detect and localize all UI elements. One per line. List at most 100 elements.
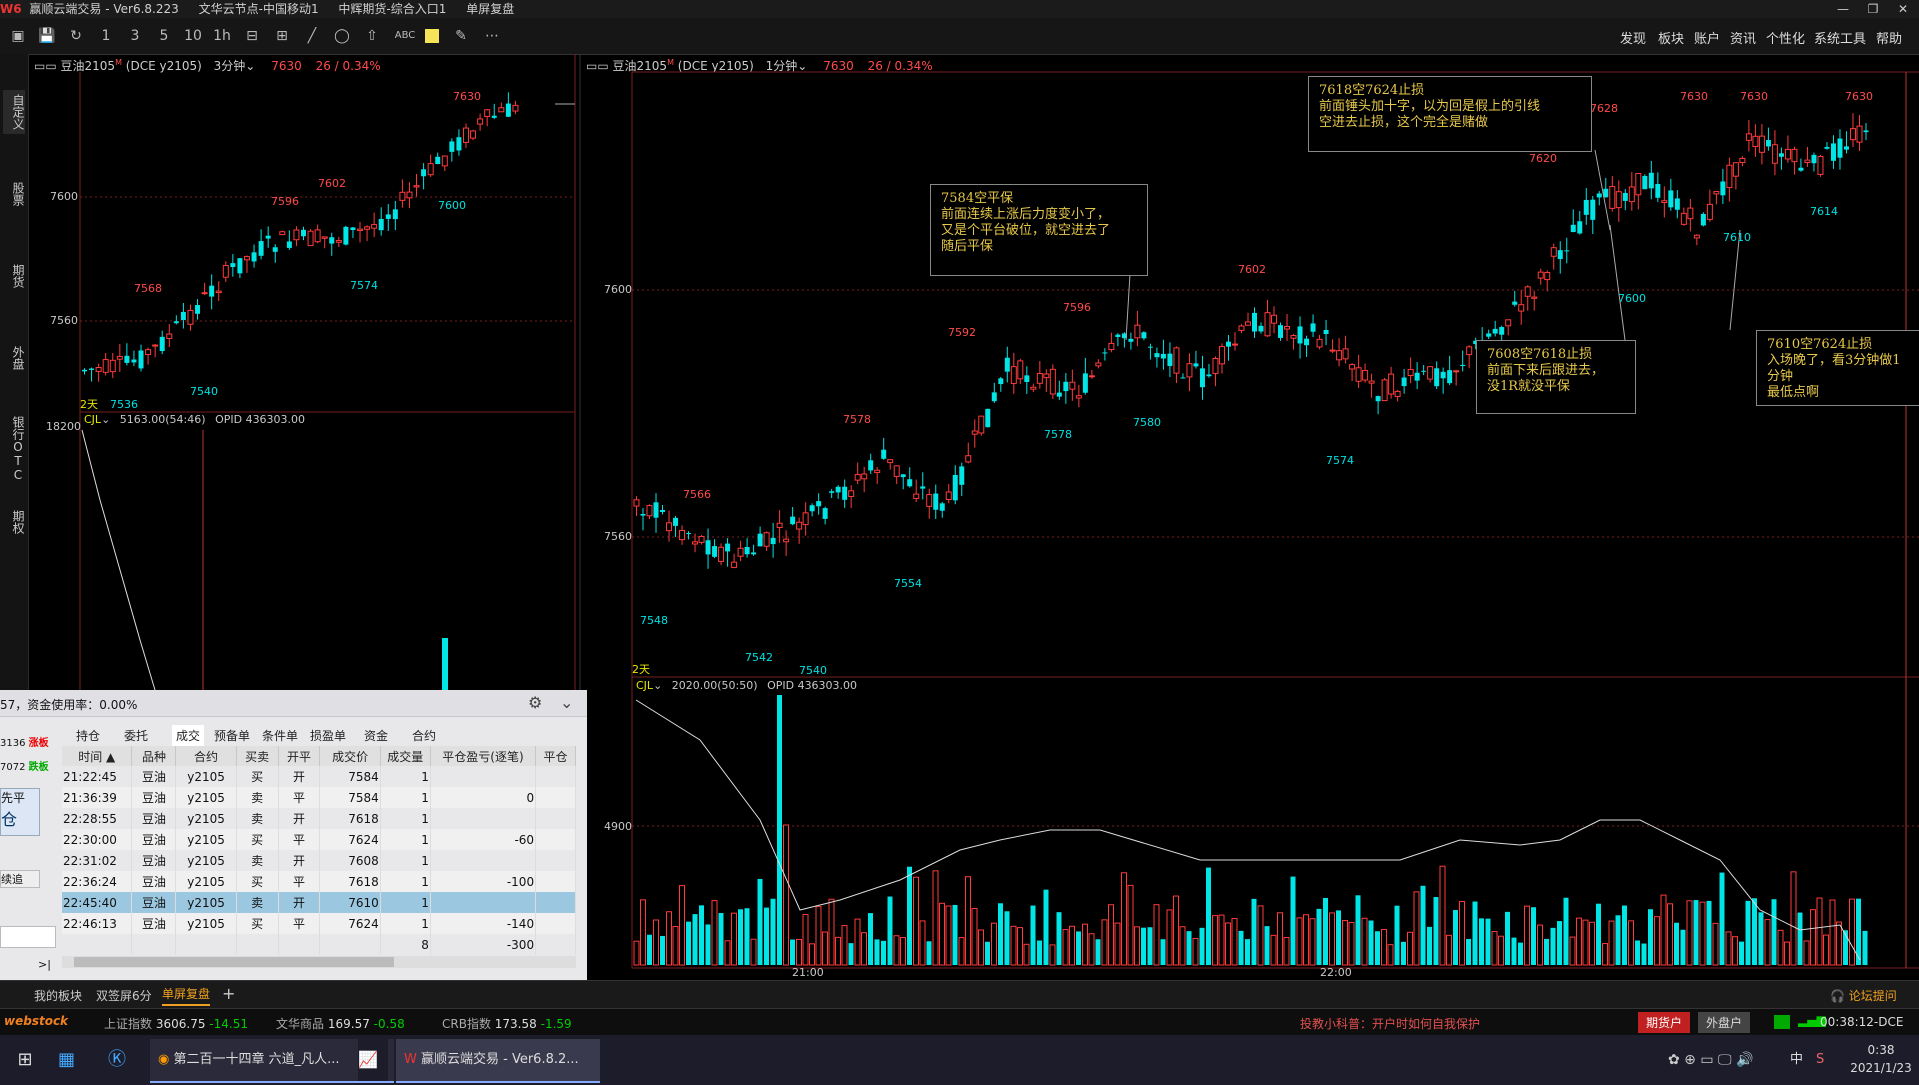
- tab-conditional[interactable]: 条件单: [262, 727, 298, 744]
- volume-bar: [1466, 938, 1471, 965]
- candle: [307, 230, 314, 247]
- volume-bar: [442, 638, 448, 690]
- collapse-icon[interactable]: ⌄: [560, 693, 573, 712]
- table-row[interactable]: 22:30:00 豆油 y2105 买平 7624 1 -60: [62, 829, 576, 850]
- foreign-account-button[interactable]: 外盘户: [1698, 1012, 1751, 1033]
- left-vol-label[interactable]: CJL: [84, 413, 101, 426]
- settings-gear-icon[interactable]: ⚙: [528, 693, 542, 712]
- ime-app-icon[interactable]: S: [1816, 1039, 1836, 1081]
- cell-extra: [535, 766, 576, 787]
- ticker-item[interactable]: 文华商品 169.57 -0.58: [276, 1015, 405, 1032]
- volume-bar: [1264, 926, 1270, 965]
- annotation-note[interactable]: 7608空7618止损 前面下来后跟进去， 没1R就没平保: [1476, 340, 1636, 414]
- col-pnl[interactable]: 平仓盈亏(逐笔): [430, 746, 537, 766]
- app-k-icon[interactable]: Ⓚ: [108, 1039, 126, 1081]
- right-vol-label[interactable]: CJL: [636, 679, 653, 692]
- investor-tip[interactable]: 投教小科普：开户时如何自我保护: [1300, 1015, 1480, 1032]
- windows-start-icon[interactable]: ⊞: [10, 1039, 40, 1081]
- candle: [1349, 364, 1356, 370]
- col-price[interactable]: 成交价: [319, 746, 381, 766]
- col-qty[interactable]: 成交量: [380, 746, 431, 766]
- add-tab-button[interactable]: +: [222, 984, 235, 1003]
- tab-dual-screen[interactable]: 双签屏6分: [96, 987, 152, 1004]
- candle: [1231, 343, 1238, 346]
- col-open-close[interactable]: 开平: [278, 746, 321, 766]
- tab-my-sectors[interactable]: 我的板块: [34, 987, 82, 1004]
- col-contract[interactable]: 合约: [175, 746, 237, 766]
- table-row[interactable]: 22:28:55 豆油 y2105 卖开 7618 1: [62, 808, 576, 829]
- chase-button[interactable]: 续追: [0, 870, 40, 888]
- cell-qty: 1: [380, 892, 431, 913]
- candle: [1043, 373, 1050, 379]
- candle: [491, 115, 497, 118]
- volume-bar: [1453, 910, 1458, 965]
- tab-single-replay[interactable]: 单屏复盘: [162, 985, 211, 1006]
- annotation-note[interactable]: 7584空平保 前面连续上涨后力度变小了， 又是个平台破位，就空进去了 随后平保: [930, 184, 1148, 276]
- note1-connector: [1125, 273, 1131, 341]
- candle: [1661, 200, 1668, 204]
- left-vol-info: 5163.00(54:46): [119, 413, 206, 426]
- ticker-item[interactable]: 上证指数 3606.75 -14.51: [104, 1015, 248, 1032]
- task-trading-app[interactable]: W 赢顺云端交易 - Ver6.8.2...: [396, 1039, 600, 1083]
- volume-bar: [1270, 934, 1277, 966]
- scrollbar-thumb[interactable]: [74, 957, 394, 967]
- candle: [124, 355, 130, 363]
- stock-app-icon[interactable]: 📈: [358, 1039, 388, 1081]
- cell-product: 豆油: [131, 829, 177, 850]
- tab-prepared[interactable]: 预备单: [214, 727, 250, 744]
- table-row[interactable]: 21:36:39 豆油 y2105 卖平 7584 1 0: [62, 787, 576, 808]
- chevron-down-icon[interactable]: ⌄: [101, 413, 110, 426]
- ime-indicator[interactable]: 中: [1790, 1039, 1810, 1081]
- volume-bar: [1245, 939, 1250, 965]
- chevron-down-icon[interactable]: ⌄: [653, 679, 662, 692]
- volume-bar: [1394, 905, 1400, 965]
- candle: [187, 309, 194, 325]
- skip-end-icon[interactable]: >|: [38, 958, 51, 971]
- candle: [1739, 157, 1746, 163]
- tab-positions[interactable]: 持仓: [76, 727, 100, 744]
- volume-bar: [653, 919, 659, 966]
- table-row[interactable]: 21:22:45 豆油 y2105 买开 7584 1: [62, 766, 576, 787]
- right-vol-axis-label: 4900: [604, 820, 632, 833]
- horizontal-scrollbar[interactable]: [62, 956, 576, 968]
- ticker-item[interactable]: CRB指数 173.58 -1.59: [442, 1015, 572, 1032]
- col-time[interactable]: 时间 ▲: [62, 746, 133, 766]
- forum-link[interactable]: 🎧 论坛提问: [1830, 987, 1897, 1004]
- table-row[interactable]: 22:45:40 豆油 y2105 卖开 7610 1: [62, 892, 576, 913]
- col-close-extra[interactable]: 平仓: [535, 746, 576, 766]
- candle: [301, 229, 306, 237]
- tab-stop-profit[interactable]: 损盈单: [310, 727, 346, 744]
- candle: [1824, 146, 1830, 149]
- table-row[interactable]: 22:31:02 豆油 y2105 卖开 7608 1: [62, 850, 576, 871]
- candle: [392, 209, 398, 220]
- candle: [441, 155, 448, 167]
- col-product[interactable]: 品种: [131, 746, 177, 766]
- table-row[interactable]: 22:46:13 豆油 y2105 买平 7624 1 -140: [62, 913, 576, 934]
- candle: [329, 237, 335, 244]
- right-low-mark: 7614: [1810, 205, 1838, 218]
- candle: [1453, 370, 1460, 373]
- tray-icons[interactable]: ✿ ⊕ ▭ 🖵 🔊: [1668, 1039, 1788, 1081]
- tab-orders[interactable]: 委托: [124, 727, 148, 744]
- candle: [1167, 353, 1173, 367]
- futures-account-button[interactable]: 期货户: [1638, 1012, 1691, 1033]
- tab-funds[interactable]: 资金: [364, 727, 388, 744]
- table-row[interactable]: 22:36:24 豆油 y2105 买平 7618 1 -100: [62, 871, 576, 892]
- totals-row: 8 -300: [62, 934, 576, 955]
- file-explorer-icon[interactable]: ▦: [58, 1039, 75, 1081]
- order-input[interactable]: [0, 926, 56, 948]
- close-first-button[interactable]: 先平 仓: [0, 788, 40, 836]
- candle: [1147, 346, 1153, 348]
- volume-bar: [952, 904, 958, 965]
- cell-pnl: [430, 766, 537, 787]
- ticker-bar: webstock 上证指数 3606.75 -14.51 文华商品 169.57…: [0, 1008, 1919, 1036]
- candle: [1655, 183, 1661, 198]
- system-clock[interactable]: 0:38 2021/1/23: [1846, 1041, 1916, 1077]
- annotation-note[interactable]: 7618空7624止损 前面锤头加十字，以为回是假上的引线 空进去止损，这个完全…: [1308, 76, 1592, 152]
- tab-contracts[interactable]: 合约: [412, 727, 436, 744]
- annotation-note[interactable]: 7610空7624止损 入场晚了，看3分钟做1分钟 最低点啊: [1756, 330, 1919, 406]
- candle: [653, 502, 659, 518]
- tab-trades[interactable]: 成交: [172, 725, 205, 746]
- cell-pnl: [430, 892, 537, 913]
- col-side[interactable]: 买卖: [236, 746, 279, 766]
